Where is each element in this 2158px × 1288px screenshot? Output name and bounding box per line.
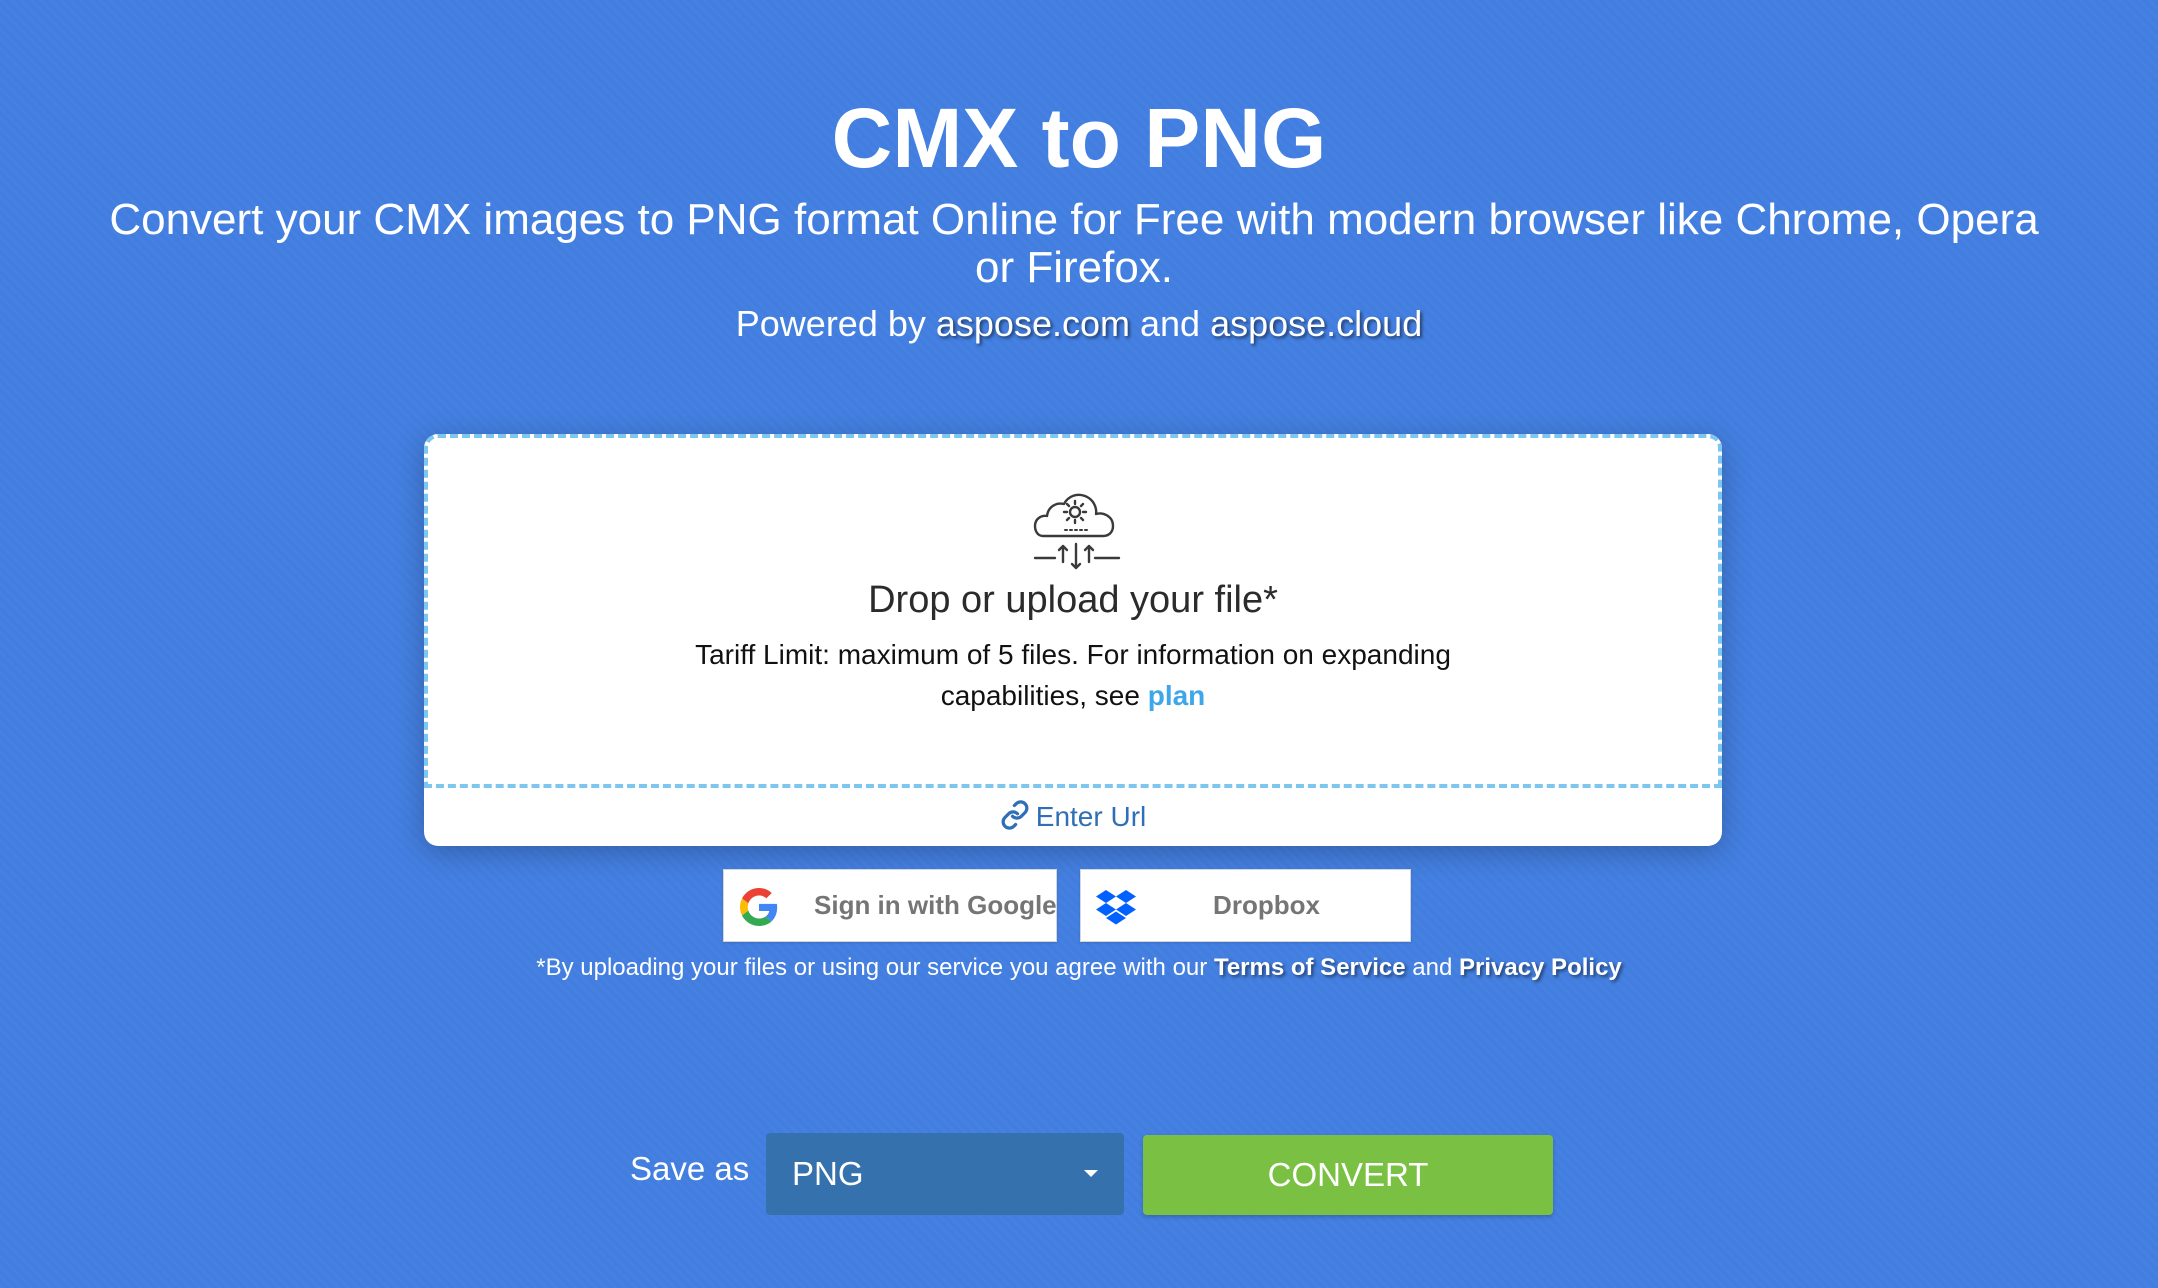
powered-by-and: and bbox=[1129, 303, 1211, 344]
terms-notice: *By uploading your files or using our se… bbox=[0, 950, 2158, 986]
google-icon bbox=[740, 888, 778, 926]
file-drop-zone[interactable]: Drop or upload your file* Tariff Limit: … bbox=[424, 434, 1722, 788]
convert-button[interactable]: CONVERT bbox=[1143, 1135, 1553, 1215]
drop-title: Drop or upload your file* bbox=[868, 579, 1278, 621]
aspose-com-link[interactable]: aspose.com bbox=[936, 303, 1130, 344]
privacy-policy-link[interactable]: Privacy Policy bbox=[1459, 954, 1622, 981]
caret-down-icon bbox=[1084, 1170, 1098, 1177]
terms-prefix: *By uploading your files or using our se… bbox=[536, 954, 1214, 981]
link-icon bbox=[1001, 800, 1029, 830]
terms-and: and bbox=[1405, 954, 1459, 981]
save-as-label: Save as bbox=[630, 1150, 750, 1187]
cloud-upload-gear-icon bbox=[1033, 493, 1121, 570]
format-select-value: PNG bbox=[792, 1155, 864, 1192]
powered-by: Powered by aspose.com and aspose.cloud bbox=[0, 300, 2158, 348]
dropbox-button[interactable]: Dropbox bbox=[1080, 869, 1411, 942]
sign-in-google-button[interactable]: Sign in with Google bbox=[723, 869, 1057, 942]
enter-url-label: Enter Url bbox=[1035, 801, 1147, 832]
tariff-text: Tariff Limit: maximum of 5 files. For in… bbox=[695, 639, 1451, 711]
powered-by-prefix: Powered by bbox=[735, 303, 936, 344]
upload-card: Drop or upload your file* Tariff Limit: … bbox=[424, 434, 1722, 846]
format-select[interactable]: PNG bbox=[766, 1133, 1124, 1215]
tariff-limit-text: Tariff Limit: maximum of 5 files. For in… bbox=[673, 634, 1473, 716]
google-button-label: Sign in with Google bbox=[814, 890, 1057, 920]
plan-link[interactable]: plan bbox=[1148, 680, 1206, 711]
page-subtitle: Convert your CMX images to PNG format On… bbox=[109, 195, 2039, 292]
terms-of-service-link[interactable]: Terms of Service bbox=[1214, 954, 1406, 981]
enter-url-link[interactable]: Enter Url bbox=[424, 792, 1722, 842]
dropbox-button-label: Dropbox bbox=[1213, 890, 1320, 920]
aspose-cloud-link[interactable]: aspose.cloud bbox=[1210, 303, 1422, 344]
page-title: CMX to PNG bbox=[831, 91, 1327, 185]
